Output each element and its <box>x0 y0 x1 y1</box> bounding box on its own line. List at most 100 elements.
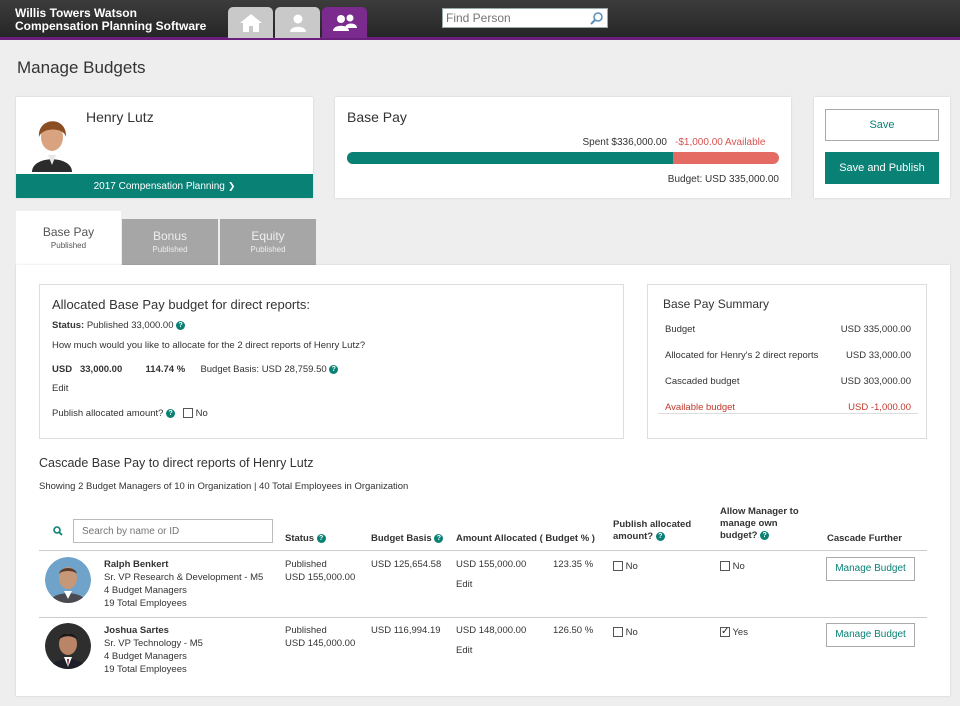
row-allow: Yes <box>720 625 748 639</box>
plan-label: 2017 Compensation Planning <box>93 181 225 192</box>
status-amount: USD 155,000.00 <box>285 572 356 583</box>
summary-label: Budget <box>665 324 696 335</box>
publish-checkbox[interactable] <box>183 408 193 419</box>
spent-amount: Spent $336,000.00 <box>582 137 667 148</box>
col-status: Status ? <box>285 533 326 545</box>
summary-row: Cascaded budget USD 303,000.00 <box>665 376 911 387</box>
person-icon <box>289 14 306 32</box>
allocation-values: USD 33,000.00 114.74 % Budget Basis: USD… <box>52 364 339 375</box>
manage-budget-button[interactable]: Manage Budget <box>826 557 915 581</box>
cascade-showing: Showing 2 Budget Managers of 10 in Organ… <box>39 481 409 492</box>
main-panel: Allocated Base Pay budget for direct rep… <box>16 265 950 696</box>
publish-checkbox[interactable] <box>613 561 623 572</box>
col-label: amount? <box>613 531 654 542</box>
summary-value: USD 33,000.00 <box>846 350 911 361</box>
row-status: Published USD 155,000.00 <box>285 558 355 584</box>
employee-title: Sr. VP Research & Development - M5 <box>104 572 264 583</box>
col-label: manage own <box>720 518 778 529</box>
status-value: Published 33,000.00 <box>86 320 174 331</box>
summary-label: Cascaded budget <box>665 376 740 387</box>
save-button[interactable]: Save <box>825 109 939 141</box>
col-label: Publish allocated <box>613 519 692 530</box>
status-text: Published <box>285 559 327 570</box>
employee-info: Joshua Sartes Sr. VP Technology - M5 4 B… <box>104 624 203 676</box>
allow-value: Yes <box>732 627 748 638</box>
employee-search[interactable] <box>73 519 273 543</box>
summary-panel: Base Pay Summary Budget USD 335,000.00 A… <box>647 284 927 439</box>
status-text: Published <box>285 625 327 636</box>
publish-checkbox[interactable] <box>613 627 623 638</box>
row-percent: 126.50 % <box>553 625 594 636</box>
summary-row-available: Available budget USD -1,000.00 <box>665 402 911 413</box>
top-bar: Willis Towers Watson Compensation Planni… <box>0 0 960 40</box>
nav-team[interactable] <box>322 7 367 38</box>
row-amount: USD 148,000.00 <box>456 625 527 636</box>
tab-status: Published <box>50 241 87 250</box>
allocation-heading: Allocated Base Pay budget for direct rep… <box>52 297 310 312</box>
page-title: Manage Budgets <box>17 58 146 77</box>
divider <box>658 413 918 414</box>
profile-card: Henry Lutz 2017 Compensation Planning ❯ <box>16 97 313 198</box>
allocation-budget-basis: Budget Basis: USD 28,759.50 <box>200 364 327 375</box>
employee-title: Sr. VP Technology - M5 <box>104 638 203 649</box>
summary-label: Available budget <box>665 402 736 413</box>
allow-checkbox[interactable] <box>720 561 730 572</box>
allocation-currency: USD <box>52 364 73 375</box>
col-allow-manager: Allow Manager to manage own budget? ? <box>720 506 799 542</box>
find-person[interactable] <box>442 8 608 28</box>
help-icon[interactable]: ? <box>434 533 444 543</box>
row-status: Published USD 145,000.00 <box>285 624 355 650</box>
summary-label: Allocated for Henry's 2 direct reports <box>665 350 819 361</box>
employee-search-input[interactable] <box>74 520 264 542</box>
tab-equity[interactable]: Equity Published <box>220 219 316 265</box>
row-divider <box>39 617 927 618</box>
help-icon[interactable]: ? <box>316 533 326 543</box>
nav-home[interactable] <box>228 7 273 38</box>
save-and-publish-button[interactable]: Save and Publish <box>825 152 939 184</box>
plan-selector[interactable]: 2017 Compensation Planning ❯ <box>16 174 313 198</box>
row-edit-link[interactable]: Edit <box>456 578 472 591</box>
row-edit-link[interactable]: Edit <box>456 644 472 657</box>
search-icon[interactable] <box>590 11 604 25</box>
available-amount: -$1,000.00 Available <box>675 137 766 148</box>
row-budget-basis: USD 125,654.58 <box>371 559 442 570</box>
find-person-input[interactable] <box>443 9 588 27</box>
publish-value: No <box>195 408 208 419</box>
row-percent: 123.35 % <box>553 559 594 570</box>
budget-progress-bar <box>347 152 779 164</box>
allocation-status: Status: Published 33,000.00 ? <box>52 320 186 331</box>
summary-value: USD -1,000.00 <box>848 402 911 413</box>
tab-label: Base Pay <box>42 225 95 239</box>
employee-name: Joshua Sartes <box>104 625 169 636</box>
base-pay-card: Base Pay Spent $336,000.00 -$1,000.00 Av… <box>335 97 791 198</box>
employee-managers: 4 Budget Managers <box>104 585 187 596</box>
help-icon[interactable]: ? <box>176 320 186 330</box>
col-amount-allocated: Amount Allocated ( Budget % ) <box>456 533 595 544</box>
tab-base-pay[interactable]: Base Pay Published <box>16 211 121 265</box>
employee-info: Ralph Benkert Sr. VP Research & Developm… <box>104 558 263 610</box>
col-cascade-further: Cascade Further <box>827 533 902 544</box>
help-icon[interactable]: ? <box>655 531 665 541</box>
budget-progress-fill <box>347 152 674 164</box>
manage-budget-button[interactable]: Manage Budget <box>826 623 915 647</box>
row-allow: No <box>720 560 745 573</box>
help-icon[interactable]: ? <box>760 530 770 540</box>
publish-value: No <box>625 561 638 572</box>
col-publish: Publish allocated amount? ? <box>613 519 691 543</box>
employee-name: Ralph Benkert <box>104 559 169 570</box>
allow-value: No <box>732 561 745 572</box>
search-icon[interactable] <box>53 526 63 536</box>
nav-person[interactable] <box>275 7 320 38</box>
allow-checkbox[interactable] <box>720 625 730 638</box>
allocation-edit-link[interactable]: Edit <box>52 383 68 394</box>
help-icon[interactable]: ? <box>166 408 176 418</box>
publish-allocated: Publish allocated amount? ? No <box>52 408 208 419</box>
summary-row: Allocated for Henry's 2 direct reports U… <box>665 350 911 361</box>
col-label: budget? <box>720 530 758 541</box>
actions-card: Save Save and Publish <box>814 97 950 198</box>
tab-label: Bonus <box>152 229 188 243</box>
help-icon[interactable]: ? <box>329 364 339 374</box>
profile-name: Henry Lutz <box>86 109 154 125</box>
tab-bonus[interactable]: Bonus Published <box>122 219 218 265</box>
status-label: Status: <box>52 320 85 331</box>
